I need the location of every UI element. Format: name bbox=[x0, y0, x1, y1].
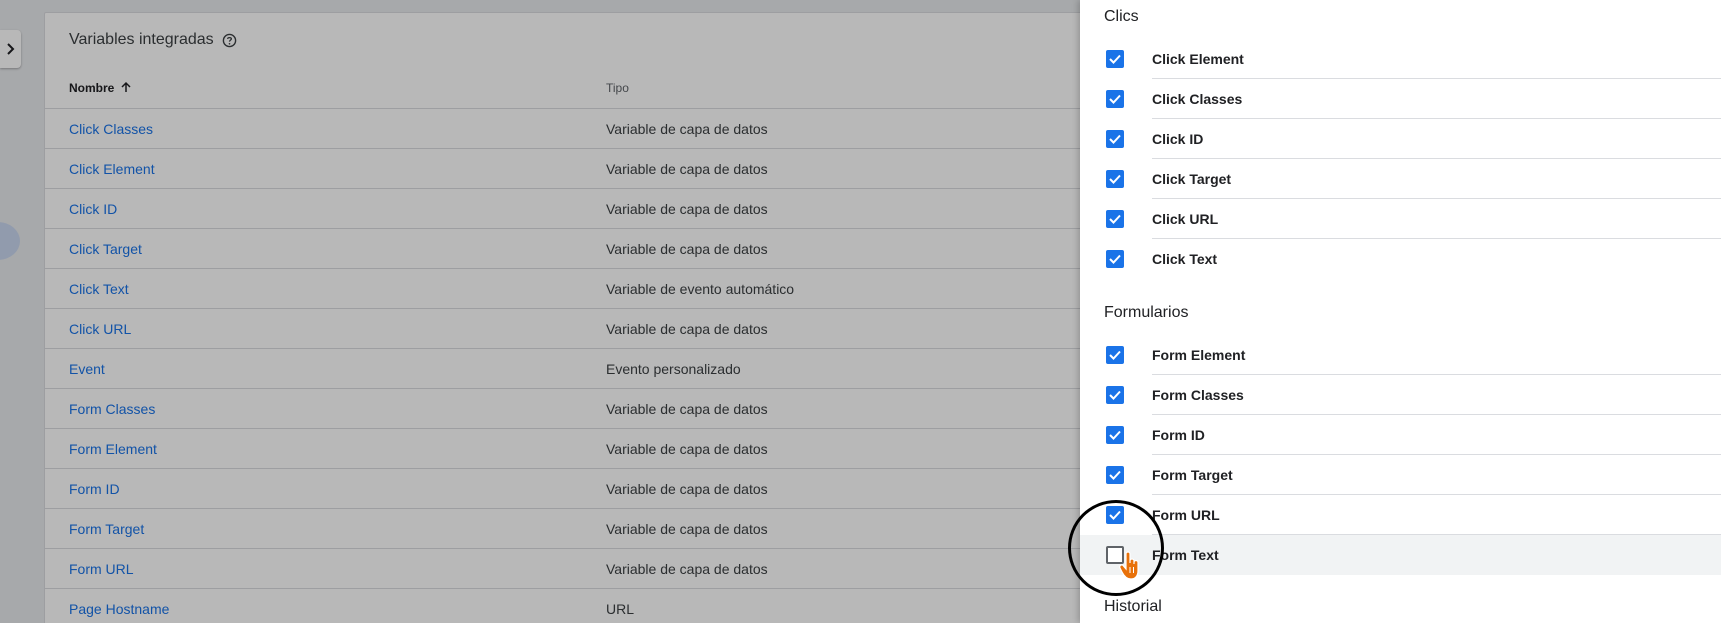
checkbox-checked[interactable] bbox=[1106, 250, 1124, 268]
section-title: Formularios bbox=[1104, 304, 1189, 321]
variable-checkbox-row[interactable]: Form Element bbox=[1080, 335, 1721, 375]
modal-scrim[interactable] bbox=[0, 0, 1080, 623]
variable-checkbox-row[interactable]: Click URL bbox=[1080, 199, 1721, 239]
checkbox-checked[interactable] bbox=[1106, 386, 1124, 404]
checkbox-label: Click URL bbox=[1152, 211, 1219, 227]
variable-checkbox-row[interactable]: Form Classes bbox=[1080, 375, 1721, 415]
checkbox-checked[interactable] bbox=[1106, 426, 1124, 444]
variable-checkbox-row[interactable]: Click Target bbox=[1080, 159, 1721, 199]
checkbox-checked[interactable] bbox=[1106, 50, 1124, 68]
variable-checkbox-row[interactable]: Form URL bbox=[1080, 495, 1721, 535]
configure-variables-drawer: Clics Click Element Click Classes Click ID C… bbox=[1080, 0, 1721, 623]
checkbox-checked[interactable] bbox=[1106, 90, 1124, 108]
checkbox-label: Form Target bbox=[1152, 467, 1233, 483]
checkbox-label: Form Element bbox=[1152, 347, 1246, 363]
checkbox-label: Click Target bbox=[1152, 171, 1232, 187]
checkbox-checked[interactable] bbox=[1106, 130, 1124, 148]
checkbox-checked[interactable] bbox=[1106, 210, 1124, 228]
variable-checkbox-row[interactable]: Click Element bbox=[1080, 39, 1721, 79]
checkbox-checked[interactable] bbox=[1106, 466, 1124, 484]
checkbox-label: Click Classes bbox=[1152, 91, 1243, 107]
checkbox-label: Form ID bbox=[1152, 427, 1205, 443]
checkbox-label: Form Classes bbox=[1152, 387, 1244, 403]
checkbox-label: Form URL bbox=[1152, 507, 1220, 523]
checkbox-label: Click Text bbox=[1152, 251, 1218, 267]
section-title: Historial bbox=[1104, 598, 1162, 615]
hand-pointer-icon bbox=[1119, 551, 1139, 580]
variable-checkbox-row[interactable]: Form Target bbox=[1080, 455, 1721, 495]
checkbox-label: Click Element bbox=[1152, 51, 1244, 67]
variable-checkbox-row[interactable]: Click Text bbox=[1080, 239, 1721, 279]
click-indicator bbox=[1068, 500, 1164, 596]
checkbox-checked[interactable] bbox=[1106, 170, 1124, 188]
variable-checkbox-row[interactable]: Form ID bbox=[1080, 415, 1721, 455]
variable-checkbox-row[interactable]: Click ID bbox=[1080, 119, 1721, 159]
variable-checkbox-row[interactable]: Click Classes bbox=[1080, 79, 1721, 119]
section-title: Clics bbox=[1104, 8, 1139, 25]
variable-checkbox-row[interactable]: Form Text bbox=[1080, 535, 1721, 575]
checkbox-label: Click ID bbox=[1152, 131, 1204, 147]
checkbox-checked[interactable] bbox=[1106, 346, 1124, 364]
